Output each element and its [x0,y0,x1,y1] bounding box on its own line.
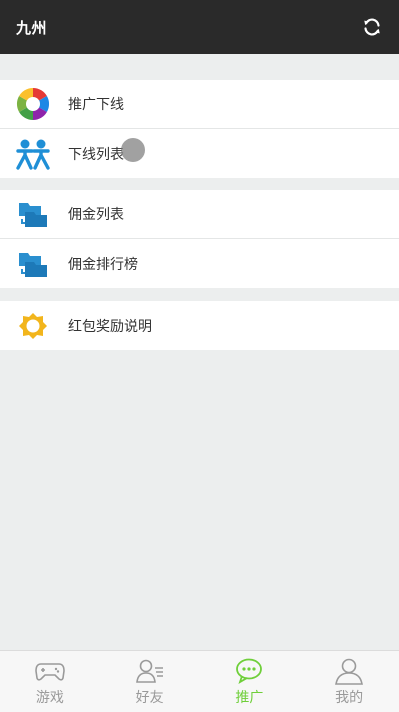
tab-label: 好友 [135,689,164,706]
touch-indicator [121,138,145,162]
menu-item-label: 红包奖励说明 [68,318,152,335]
menu-group-promotion: 推广下线 下线列表 [0,80,399,178]
refresh-icon[interactable] [361,16,383,38]
bottom-tab-bar: 游戏 好友 推广 我的 [0,650,399,712]
people-icon [15,136,51,172]
tab-friends[interactable]: 好友 [100,651,200,712]
friends-icon [135,657,165,685]
tab-label: 推广 [235,689,264,706]
menu-item-label: 佣金排行榜 [68,256,138,273]
menu-item-commission-ranking[interactable]: 佣金排行榜 [0,239,399,288]
gamepad-icon [35,657,65,685]
tab-mine[interactable]: 我的 [299,651,399,712]
gold-badge-icon [15,308,51,344]
person-icon [334,657,364,685]
tab-games[interactable]: 游戏 [0,651,100,712]
tab-promote[interactable]: 推广 [200,651,300,712]
page-title: 九州 [16,18,48,37]
tab-label: 我的 [335,689,364,706]
folder-transfer-icon [15,196,51,232]
menu-item-label: 佣金列表 [68,207,124,223]
menu-item-red-packet-info[interactable]: 红包奖励说明 [0,301,399,350]
menu-item-label: 推广下线 [68,97,124,113]
menu-item-promote-downline[interactable]: 推广下线 [0,80,399,129]
chat-bubble-icon [234,657,264,685]
folder-transfer-icon [15,246,51,282]
menu-item-label: 下线列表 [68,146,124,163]
top-navigation-bar: 九州 [0,0,399,54]
menu-group-commission: 佣金列表 佣金排行榜 [0,190,399,288]
menu-item-downline-list[interactable]: 下线列表 [0,129,399,178]
tab-label: 游戏 [35,689,64,706]
menu-item-commission-list[interactable]: 佣金列表 [0,190,399,239]
menu-group-rewards: 红包奖励说明 [0,301,399,350]
aperture-color-icon [15,86,51,122]
